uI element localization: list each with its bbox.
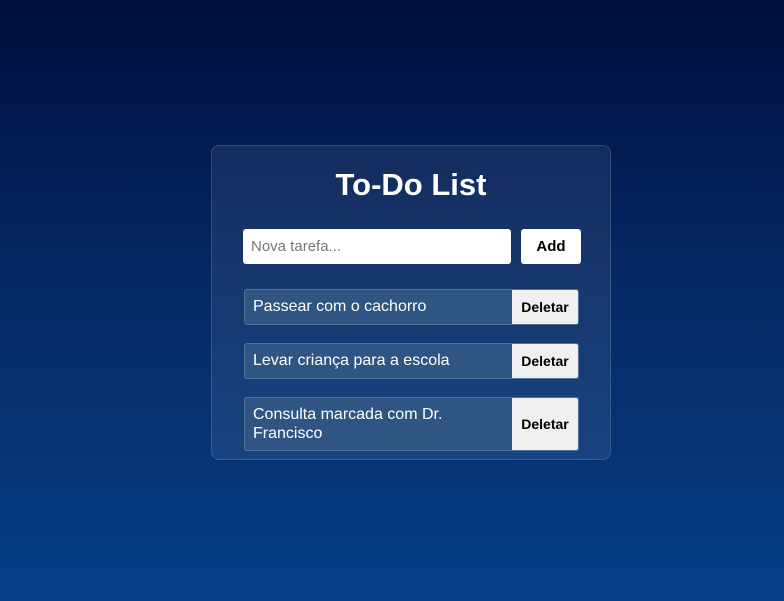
- task-item: Levar criança para a escola Deletar: [244, 343, 579, 379]
- page-title: To-Do List: [335, 167, 487, 202]
- task-item: Passear com o cachorro Deletar: [244, 289, 579, 325]
- todo-card: To-Do List Add Passear com o cachorro De…: [211, 145, 611, 460]
- new-task-input[interactable]: [243, 229, 511, 264]
- task-text: Passear com o cachorro: [253, 298, 427, 315]
- task-item: Consulta marcada com Dr. Francisco Delet…: [244, 397, 579, 451]
- add-task-button[interactable]: Add: [521, 229, 581, 264]
- task-list: Passear com o cachorro Deletar Levar cri…: [244, 289, 579, 469]
- task-text: Consulta marcada com Dr. Francisco: [253, 406, 443, 442]
- delete-task-button[interactable]: Deletar: [512, 344, 578, 378]
- delete-task-button[interactable]: Deletar: [512, 398, 578, 450]
- delete-task-button[interactable]: Deletar: [512, 290, 578, 324]
- task-text: Levar criança para a escola: [253, 352, 450, 369]
